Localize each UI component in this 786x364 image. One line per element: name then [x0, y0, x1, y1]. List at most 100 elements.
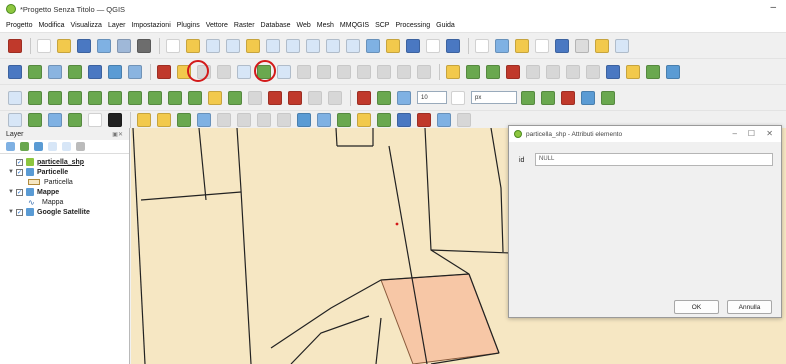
zoom-native-icon[interactable] [306, 38, 320, 53]
split-feature-icon[interactable] [228, 90, 242, 105]
annotation-icon[interactable] [157, 112, 171, 127]
pan-to-selection-icon[interactable] [186, 38, 200, 53]
menu-vettore[interactable]: Vettore [206, 22, 228, 29]
menu-impostazioni[interactable]: Impostazioni [131, 22, 170, 29]
python-console-icon[interactable] [88, 112, 102, 127]
menu-raster[interactable]: Raster [234, 22, 255, 29]
offset-symbols-icon[interactable] [328, 90, 342, 105]
results-viewer-icon[interactable] [277, 112, 291, 127]
fill-ring-icon[interactable] [128, 90, 142, 105]
vertex-tool-icon[interactable] [277, 64, 291, 79]
add-layer-icon[interactable] [8, 64, 22, 79]
split-parts-icon[interactable] [248, 90, 262, 105]
menu-mesh[interactable]: Mesh [317, 22, 334, 29]
dialog-minimize-button[interactable]: – [733, 129, 737, 138]
history-icon[interactable] [257, 112, 271, 127]
menu-mmqgis[interactable]: MMQGIS [340, 22, 369, 29]
georeferencer-icon[interactable] [606, 64, 620, 79]
id-field-input[interactable]: NULL [535, 153, 773, 166]
measure-line-icon[interactable] [575, 38, 589, 53]
snapping-mode-icon[interactable] [397, 90, 411, 105]
label-properties-icon[interactable] [566, 64, 580, 79]
manage-map-themes-icon[interactable] [34, 142, 43, 151]
temporal-controller-icon[interactable] [426, 38, 440, 53]
merge-attributes-icon[interactable] [288, 90, 302, 105]
change-label-icon[interactable] [546, 64, 560, 79]
add-part-icon[interactable] [108, 90, 122, 105]
menu-processing[interactable]: Processing [395, 22, 430, 29]
plugin-icon[interactable] [666, 64, 680, 79]
expand-arrow-icon[interactable]: ▼ [8, 209, 16, 215]
cut-features-icon[interactable] [337, 64, 351, 79]
new-project-icon[interactable] [37, 38, 51, 53]
delete-ring-icon[interactable] [148, 90, 162, 105]
layer-visibility-checkbox[interactable]: ✓ [16, 168, 23, 176]
processing-toolbox-icon[interactable] [217, 112, 231, 127]
cancel-button[interactable]: Annulla [727, 300, 772, 314]
highlight-icon[interactable] [417, 112, 431, 127]
paste-features-icon[interactable] [377, 64, 391, 79]
layer-row-particella-shp[interactable]: ✓ particella_shp [8, 157, 129, 167]
copy-features-icon[interactable] [357, 64, 371, 79]
layer-row-google-satellite[interactable]: ▼ ✓ Google Satellite [8, 207, 129, 217]
open-layer-styling-icon[interactable] [6, 142, 15, 151]
modify-attributes-icon[interactable] [297, 64, 311, 79]
print-layout-icon[interactable] [97, 38, 111, 53]
digitize-polygon-icon[interactable] [237, 64, 251, 79]
layer-visibility-checkbox[interactable]: ✓ [16, 188, 23, 196]
reshape-feature-icon[interactable] [188, 90, 202, 105]
layer-visibility-checkbox[interactable]: ✓ [16, 158, 23, 166]
zoom-last-icon[interactable] [326, 38, 340, 53]
tolerance-unit-select[interactable]: px [471, 91, 517, 104]
redo-icon[interactable] [417, 64, 431, 79]
dialog-close-button[interactable]: ✕ [766, 129, 773, 138]
dialog-maximize-button[interactable]: ☐ [748, 129, 755, 138]
attribute-table-icon[interactable] [495, 38, 509, 53]
html-annotation-icon[interactable] [317, 112, 331, 127]
label-tool-icon[interactable] [446, 64, 460, 79]
expand-arrow-icon[interactable]: ▼ [8, 189, 16, 195]
sql-query-icon[interactable] [197, 112, 211, 127]
zoom-full-icon[interactable] [246, 38, 260, 53]
current-edits-icon[interactable] [157, 64, 171, 79]
add-wfs-layer-icon[interactable] [128, 64, 142, 79]
zoom-out-icon[interactable] [226, 38, 240, 53]
extra-tool-icon[interactable] [457, 112, 471, 127]
menu-plugins[interactable]: Plugins [177, 22, 200, 29]
data-source-manager-icon[interactable] [28, 64, 42, 79]
digitize-line-icon[interactable] [217, 64, 231, 79]
zoom-selection-icon[interactable] [266, 38, 280, 53]
bookmark-icon[interactable] [386, 38, 400, 53]
style-manager-icon[interactable] [8, 38, 22, 53]
add-wms-layer-icon[interactable] [108, 64, 122, 79]
identify-icon[interactable] [475, 38, 489, 53]
rotate-symbols-icon[interactable] [308, 90, 322, 105]
minimize-button[interactable]: – [770, 2, 776, 13]
select-by-value-icon[interactable] [28, 112, 42, 127]
move-annotation-icon[interactable] [377, 112, 391, 127]
move-label-icon[interactable] [506, 64, 520, 79]
layout-manager-icon[interactable] [117, 38, 131, 53]
delete-part-icon[interactable] [168, 90, 182, 105]
label-toolbar-icon[interactable] [586, 64, 600, 79]
layer-row-particelle[interactable]: ▼ ✓ Particelle [8, 167, 129, 177]
save-project-icon[interactable] [77, 38, 91, 53]
select-by-area-icon[interactable] [8, 112, 22, 127]
expand-all-icon[interactable] [76, 142, 85, 151]
snapping-intersection-icon[interactable] [541, 90, 555, 105]
undo-icon[interactable] [397, 64, 411, 79]
grid-plugin-icon[interactable] [646, 64, 660, 79]
menu-database[interactable]: Database [261, 22, 291, 29]
zoom-layer-icon[interactable] [286, 38, 300, 53]
filter-expression-icon[interactable] [62, 142, 71, 151]
add-ring-icon[interactable] [88, 90, 102, 105]
snapping-tolerance-field[interactable]: 10 [417, 91, 447, 104]
add-group-icon[interactable] [20, 142, 29, 151]
panel-close-icon[interactable]: ▣✕ [112, 131, 123, 138]
delete-selected-icon[interactable] [317, 64, 331, 79]
show-bookmarks-icon[interactable] [406, 38, 420, 53]
add-table-icon[interactable] [177, 112, 191, 127]
open-attribute-table-icon[interactable] [555, 38, 569, 53]
zoom-next-icon[interactable] [346, 38, 360, 53]
rotate-feature-icon[interactable] [48, 90, 62, 105]
